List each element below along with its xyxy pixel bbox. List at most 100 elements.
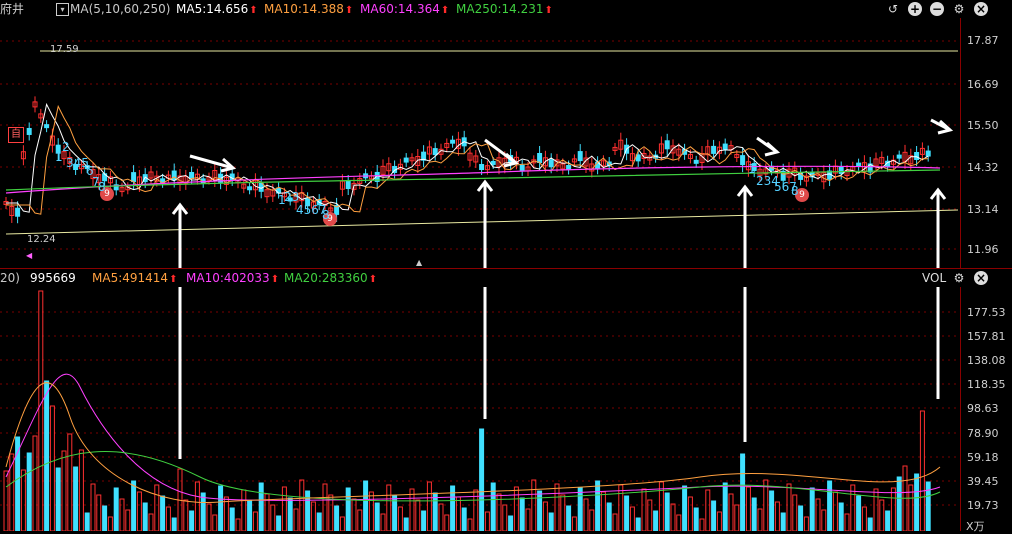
volume-bar (548, 512, 554, 531)
volume-bar (426, 481, 432, 531)
volume-tick: 118.35 (967, 378, 1006, 391)
volume-bar (925, 481, 931, 531)
price-candles (3, 96, 931, 224)
volume-tick: 157.81 (967, 330, 1006, 343)
volume-bar (763, 479, 769, 531)
close-icon[interactable]: × (974, 2, 988, 16)
volume-bar (171, 517, 177, 531)
volume-bar (131, 480, 137, 531)
volume-bar (55, 467, 61, 531)
volume-bar (455, 496, 461, 531)
settings-icon[interactable]: ⚙ (952, 2, 966, 16)
volume-bar (270, 504, 276, 531)
volume-tick: 19.73 (967, 499, 999, 512)
volume-bar (745, 486, 751, 531)
vol-indicator[interactable]: VOL (922, 269, 946, 287)
sequence-number: 8 (322, 208, 330, 222)
volume-bar (438, 503, 444, 531)
volume-ma-lines (5, 373, 941, 504)
volume-bar (885, 510, 891, 531)
volume-tick: 177.53 (967, 306, 1006, 319)
candle-body (537, 152, 543, 163)
volume-tick: 98.63 (967, 402, 999, 415)
volume-bar (490, 482, 496, 531)
volume-bar (212, 514, 218, 531)
volume-bar (3, 470, 9, 531)
zoom-in-icon[interactable]: + (908, 2, 922, 16)
volume-bar (560, 494, 566, 531)
volume-bar (508, 515, 514, 531)
ma-dropdown-icon[interactable]: ▾ (56, 3, 69, 16)
volume-bar (641, 488, 647, 531)
price-header-bar: 府井 ▾ MA(5,10,60,250) MA5:14.656⬆ MA10:14… (0, 0, 1012, 18)
volume-bar (919, 410, 925, 531)
ma-group-label[interactable]: MA(5,10,60,250) (70, 0, 170, 18)
volume-bar (339, 516, 345, 531)
volume-bar (241, 489, 247, 531)
vol-ma20: MA20:283360⬆ (284, 271, 378, 285)
volume-bar (148, 513, 154, 531)
volume-bar (682, 485, 688, 531)
sequence-number: 8 (98, 180, 106, 194)
volume-bar (757, 508, 763, 531)
volume-bar (856, 495, 862, 531)
price-tick: 17.87 (967, 34, 999, 47)
stock-name: 府井 (0, 2, 25, 16)
volume-bar (189, 510, 195, 531)
volume-bar (252, 511, 258, 531)
volume-bar (827, 480, 833, 531)
volume-bar (206, 503, 212, 531)
scroll-marker-icon[interactable]: ▲ (416, 258, 422, 267)
volume-bar (844, 513, 850, 531)
volume-bar (664, 492, 670, 531)
candle-body (856, 162, 862, 167)
self-select-badge[interactable]: 自 (8, 127, 24, 143)
volume-bar (160, 495, 166, 531)
marker-icon: ◀ (26, 251, 33, 260)
volume-bar (461, 507, 467, 531)
candle-body (566, 165, 572, 171)
zoom-out-icon[interactable]: − (930, 2, 944, 16)
volume-bar (687, 496, 693, 531)
candle-body (896, 154, 902, 159)
volume-bar (600, 491, 606, 531)
volume-bar (229, 507, 235, 531)
volume-bar (612, 513, 618, 531)
candle-body (171, 170, 177, 181)
volume-bar (606, 502, 612, 531)
volume-bar (357, 509, 363, 531)
volume-bar (386, 484, 392, 531)
volume-tick: 138.08 (967, 354, 1006, 367)
volume-bar (421, 510, 427, 531)
volume-tick: 39.45 (967, 475, 999, 488)
volume-bar (821, 509, 827, 531)
volume-bar (896, 476, 902, 531)
volume-bar (44, 380, 50, 531)
volume-chart[interactable] (0, 287, 960, 531)
close-icon[interactable]: × (974, 271, 988, 285)
volume-bar (281, 486, 287, 531)
volume-bar (502, 504, 508, 531)
refresh-icon[interactable]: ↺ (886, 2, 900, 16)
volume-bar (537, 490, 543, 531)
volume-bar (15, 436, 21, 531)
volume-bar (780, 512, 786, 531)
volume-bars (3, 290, 931, 531)
volume-unit: X万 (966, 520, 985, 533)
candle-body (519, 164, 525, 171)
volume-bar (154, 484, 160, 531)
volume-bar (235, 518, 241, 531)
candle-body (711, 145, 717, 154)
volume-bar (850, 484, 856, 531)
volume-bar (653, 510, 659, 531)
settings-icon[interactable]: ⚙ (952, 271, 966, 285)
volume-bar (484, 511, 490, 531)
sequence-number: 1 (748, 162, 756, 176)
candlestick-chart[interactable] (0, 18, 960, 268)
volume-bar (542, 501, 548, 531)
volume-tick: 59.18 (967, 451, 999, 464)
volume-bar (363, 480, 369, 531)
candle-body (490, 160, 496, 165)
volume-bar (316, 512, 322, 531)
volume-bar (513, 486, 519, 531)
